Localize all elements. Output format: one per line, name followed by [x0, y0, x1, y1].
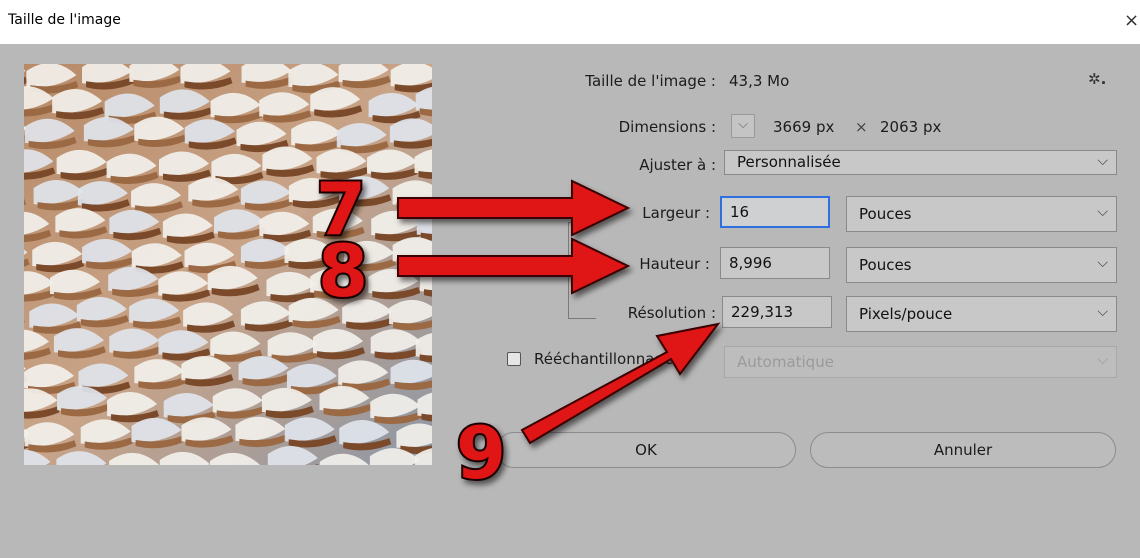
- arrow-7: [397, 179, 631, 237]
- step-number-9: 9: [456, 411, 506, 495]
- step-number-8: 8: [318, 229, 368, 313]
- arrow-8: [397, 237, 631, 295]
- annotation-layer: 7 8 9: [314, 165, 721, 497]
- arrow-9: [520, 322, 721, 445]
